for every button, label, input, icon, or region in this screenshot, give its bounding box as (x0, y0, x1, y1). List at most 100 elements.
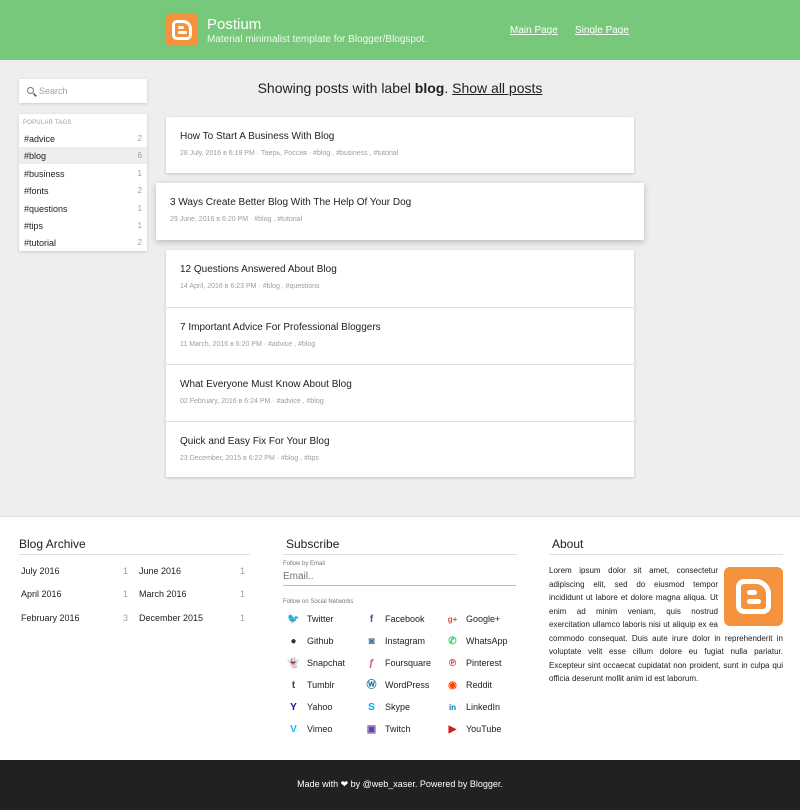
social-label: Google+ (466, 614, 501, 624)
popular-tags-title: POPULAR TAGS (23, 120, 72, 126)
social-label: Yahoo (307, 702, 333, 712)
tag-count: 2 (137, 238, 142, 247)
yahoo-icon: Y (290, 702, 297, 713)
tag-count: 1 (137, 204, 142, 213)
social-label: Instagram (385, 636, 426, 646)
tag-count: 2 (137, 186, 142, 195)
social-label: Facebook (385, 614, 425, 624)
post-meta: 02 February, 2016 в 6:24 PM · #advice , … (180, 398, 324, 405)
archive-link[interactable]: July 2016 (21, 566, 60, 576)
tag-tutorial[interactable]: #tutorial 2 (19, 234, 147, 251)
post-meta: 29 June, 2016 в 6:20 PM · #blog , #tutor… (170, 216, 303, 223)
archive-link[interactable]: June 2016 (139, 566, 181, 576)
youtube-icon: ▶ (448, 724, 457, 735)
linkedin-icon: in (448, 703, 457, 712)
tag-name: #blog (24, 151, 47, 161)
archive-count: 3 (123, 613, 129, 623)
archive-link[interactable]: February 2016 (21, 613, 80, 623)
post-item[interactable]: Quick and Easy Fix For Your Blog 23 Dece… (166, 421, 634, 478)
post-meta: 28 July, 2016 в 6:19 PM · Тверь, Россия … (180, 150, 399, 157)
social-label: Snapchat (307, 658, 346, 668)
tag-name: #advice (24, 134, 56, 144)
tag-name: #business (24, 169, 65, 179)
post-meta: 11 March, 2016 в 6:20 PM · #advice , #bl… (180, 341, 316, 348)
footer-credit: Made with ❤ by @web_xaser. Powered by Bl… (297, 779, 503, 789)
post-card: 12 Questions Answered About Blog 14 Apri… (166, 250, 634, 477)
post-title[interactable]: Quick and Easy Fix For Your Blog (180, 436, 330, 447)
reddit-icon: ◉ (448, 680, 457, 691)
social-label: Twitch (385, 724, 411, 734)
post-meta: 23 December, 2015 в 6:22 PM · #blog , #t… (180, 455, 319, 462)
tag-fonts[interactable]: #fonts 2 (19, 182, 147, 199)
twitter-icon: 🐦 (287, 614, 300, 625)
archive-title: Blog Archive (19, 537, 86, 551)
social-label: Tumblr (307, 680, 335, 690)
blogger-logo-icon[interactable] (166, 14, 198, 46)
tag-tips[interactable]: #tips 1 (19, 217, 147, 234)
nav-single-page[interactable]: Single Page (575, 25, 629, 36)
label-heading: Showing posts with label blog. Show all … (166, 80, 634, 96)
wordpress-icon: Ⓦ (366, 680, 377, 691)
label-heading-prefix: Showing posts with label (257, 80, 415, 96)
foursquare-icon: ƒ (368, 658, 375, 669)
tag-blog[interactable]: #blog 6 (19, 147, 147, 164)
social-label: WordPress (385, 680, 430, 690)
tag-count: 1 (137, 169, 142, 178)
post-meta: 14 April, 2016 в 6:23 PM · #blog , #ques… (180, 283, 320, 290)
about-content: Lorem ipsum dolor sit amet, consectetur … (549, 564, 783, 686)
archive-divider (19, 554, 250, 555)
tag-name: #questions (24, 204, 68, 214)
post-card: How To Start A Business With Blog 28 Jul… (166, 117, 634, 173)
skype-icon: S (368, 702, 375, 713)
instagram-icon: ◙ (368, 636, 375, 647)
post-title[interactable]: 7 Important Advice For Professional Blog… (180, 322, 381, 333)
post-title[interactable]: 12 Questions Answered About Blog (180, 264, 337, 275)
whatsapp-icon: ✆ (448, 636, 457, 647)
vimeo-icon: V (290, 724, 297, 735)
site-title[interactable]: Postium (207, 16, 261, 33)
email-field[interactable] (283, 568, 516, 586)
tag-questions[interactable]: #questions 1 (19, 200, 147, 217)
post-item[interactable]: What Everyone Must Know About Blog 02 Fe… (166, 364, 634, 421)
tag-advice[interactable]: #advice 2 (19, 130, 147, 147)
post-title[interactable]: How To Start A Business With Blog (180, 131, 334, 142)
social-label: Pinterest (466, 658, 502, 668)
follow-email-label: Follow by Email (283, 561, 326, 567)
pinterest-icon: ℗ (448, 658, 457, 669)
post-item[interactable]: 12 Questions Answered About Blog 14 Apri… (166, 250, 634, 307)
site-header: Postium Material minimalist template for… (0, 0, 800, 60)
post-item[interactable]: 7 Important Advice For Professional Blog… (166, 307, 634, 364)
post-card-hovered: 3 Ways Create Better Blog With The Help … (156, 183, 644, 240)
social-label: Twitter (307, 614, 334, 624)
archive-link[interactable]: December 2015 (139, 613, 203, 623)
post-title[interactable]: What Everyone Must Know About Blog (180, 379, 352, 390)
post-item[interactable]: 3 Ways Create Better Blog With The Help … (156, 183, 644, 240)
about-title: About (552, 537, 584, 551)
post-item[interactable]: How To Start A Business With Blog 28 Jul… (166, 117, 634, 174)
search-input[interactable] (39, 79, 143, 103)
tag-count: 2 (137, 134, 142, 143)
site-footer: Made with ❤ by @web_xaser. Powered by Bl… (0, 760, 800, 810)
archive-count: 1 (123, 589, 129, 599)
archive-count: 1 (240, 613, 246, 623)
tag-business[interactable]: #business 1 (19, 165, 147, 182)
social-label: Github (307, 636, 334, 646)
subscribe-divider (283, 554, 517, 555)
github-icon: ● (290, 636, 297, 647)
search-box (19, 79, 147, 103)
search-icon[interactable] (27, 87, 34, 94)
tumblr-icon: t (291, 680, 296, 691)
post-title[interactable]: 3 Ways Create Better Blog With The Help … (170, 197, 411, 208)
archive-count: 1 (123, 566, 129, 576)
tag-count: 6 (137, 151, 142, 160)
archive-count: 1 (240, 566, 246, 576)
nav-main-page[interactable]: Main Page (510, 25, 558, 36)
social-label: WhatsApp (466, 636, 508, 646)
popular-tags: POPULAR TAGS #advice 2 #blog 6 #business 1 … (19, 114, 147, 251)
social-label: YouTube (466, 724, 502, 734)
archive-count: 1 (240, 589, 246, 599)
archive-link[interactable]: April 2016 (21, 589, 62, 599)
social-label: LinkedIn (466, 702, 501, 712)
archive-link[interactable]: March 2016 (139, 589, 187, 599)
show-all-posts-link[interactable]: Show all posts (452, 80, 542, 96)
